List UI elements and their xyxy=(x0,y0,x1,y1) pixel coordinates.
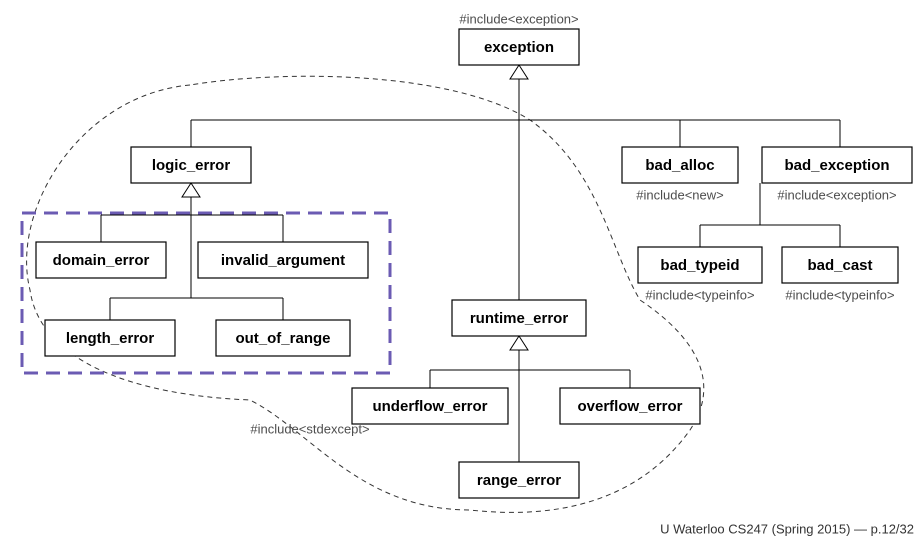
label-bad_typeid: bad_typeid xyxy=(660,257,739,274)
stdexcept-cloud xyxy=(27,76,704,512)
label-overflow_error: overflow_error xyxy=(577,398,682,415)
label-range_error: range_error xyxy=(477,472,561,489)
label-length_error: length_error xyxy=(66,330,155,347)
label-invalid_argument: invalid_argument xyxy=(221,252,345,269)
label-runtime_error: runtime_error xyxy=(470,310,569,327)
label-underflow_error: underflow_error xyxy=(372,398,487,415)
annot-bad_alloc: #include<new> xyxy=(636,187,723,202)
label-bad_alloc: bad_alloc xyxy=(645,157,714,174)
label-exception: exception xyxy=(484,39,554,56)
annot-bad_exception: #include<exception> xyxy=(777,187,896,202)
label-domain_error: domain_error xyxy=(53,252,150,269)
label-bad_cast: bad_cast xyxy=(807,257,872,274)
label-bad_exception: bad_exception xyxy=(784,157,889,174)
annot-bad_cast: #include<typeinfo> xyxy=(785,287,894,302)
label-out_of_range: out_of_range xyxy=(235,330,330,347)
exception-hierarchy-diagram: exception #include<exception> logic_erro… xyxy=(0,0,924,544)
annot-bad_typeid: #include<typeinfo> xyxy=(645,287,754,302)
label-logic_error: logic_error xyxy=(152,157,231,174)
annot-stdexcept-group: #include<stdexcept> xyxy=(250,421,369,436)
footer-text: U Waterloo CS247 (Spring 2015) — p.12/32 xyxy=(660,521,914,536)
annot-exception: #include<exception> xyxy=(459,11,578,26)
